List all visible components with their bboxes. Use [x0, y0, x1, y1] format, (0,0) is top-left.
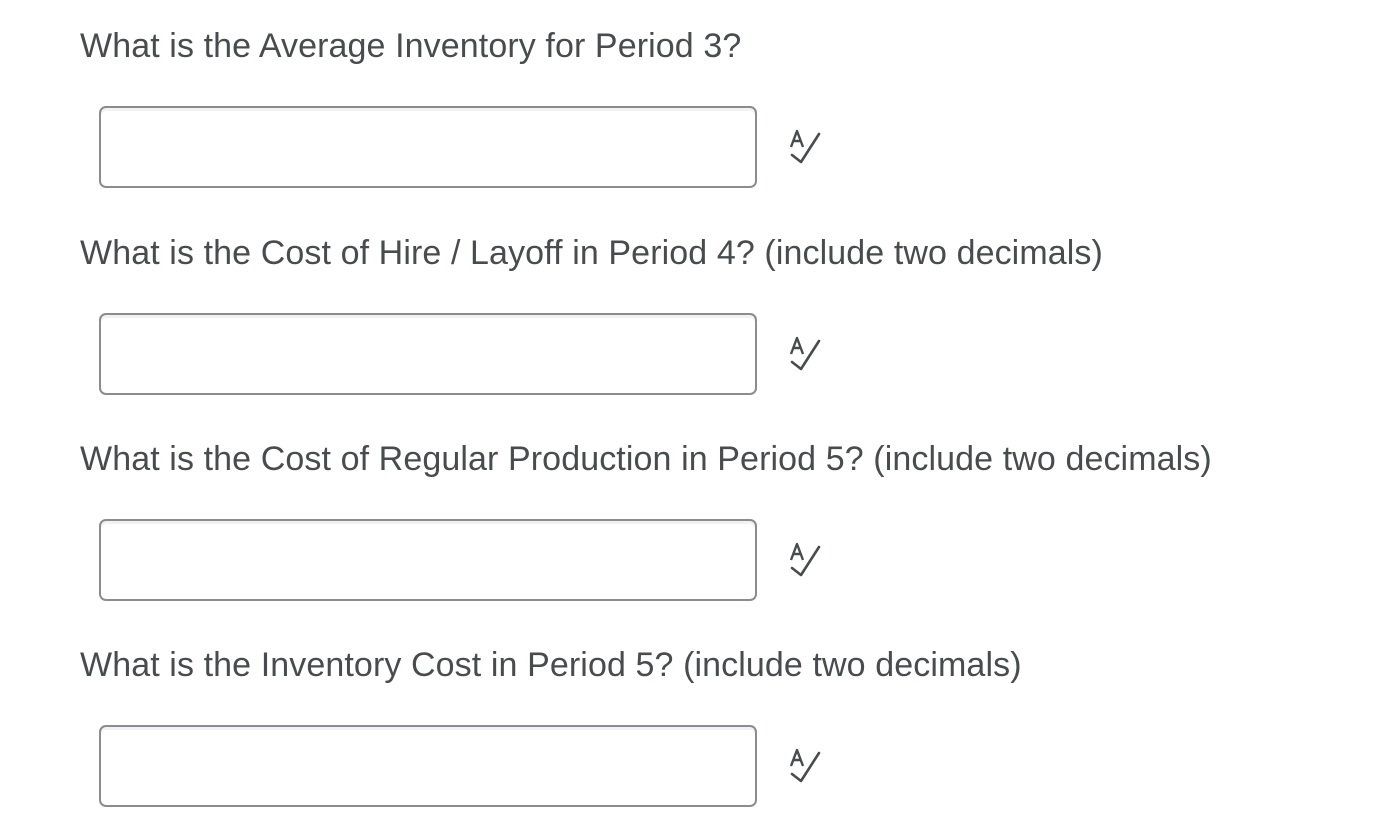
spellcheck-icon[interactable] — [787, 747, 827, 787]
spellcheck-icon[interactable] — [787, 541, 827, 581]
question-text: What is the Cost of Hire / Layoff in Per… — [80, 234, 1103, 272]
spellcheck-icon[interactable] — [787, 128, 827, 168]
question-1: What is the Average Inventory for Period… — [80, 26, 1380, 188]
question-3: What is the Cost of Regular Production i… — [80, 439, 1380, 601]
question-text: What is the Cost of Regular Production i… — [80, 440, 1212, 478]
spellcheck-icon[interactable] — [787, 335, 827, 375]
answer-input[interactable] — [99, 519, 757, 601]
answer-row — [99, 313, 839, 395]
question-4: What is the Inventory Cost in Period 5? … — [80, 645, 1380, 807]
question-text: What is the Average Inventory for Period… — [80, 27, 742, 65]
answer-input[interactable] — [99, 106, 757, 188]
answer-row — [99, 725, 839, 807]
question-2: What is the Cost of Hire / Layoff in Per… — [80, 233, 1380, 395]
answer-input[interactable] — [99, 313, 757, 395]
answer-row — [99, 106, 839, 188]
question-text: What is the Inventory Cost in Period 5? … — [80, 646, 1022, 684]
answer-row — [99, 519, 839, 601]
answer-input[interactable] — [99, 725, 757, 807]
